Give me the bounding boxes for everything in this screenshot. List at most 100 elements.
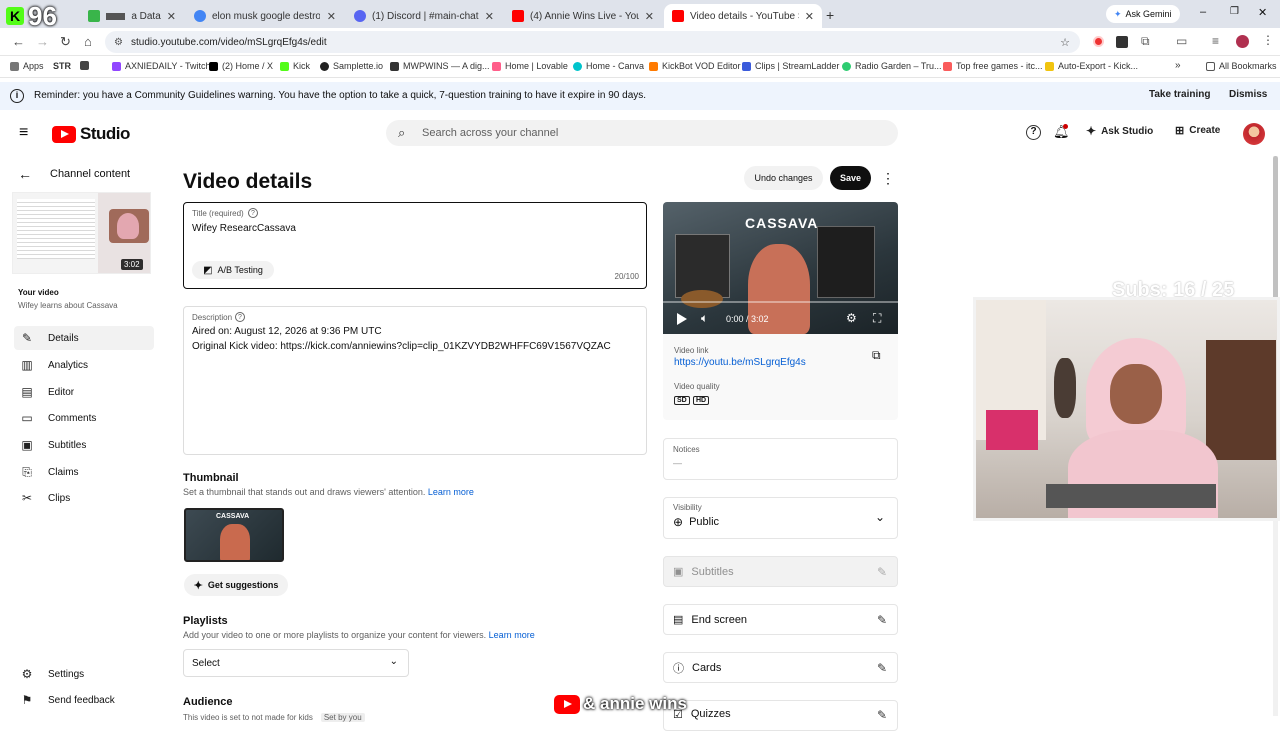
kick-logo-icon: K [6,7,24,25]
copy-icon[interactable]: ⧉ [872,348,881,363]
ab-testing-button[interactable]: ◩ A/B Testing [192,261,274,279]
description-field[interactable]: Description ? Aired on: August 12, 2026 … [183,306,647,455]
new-tab-icon[interactable]: + [826,7,834,23]
bookmark-item[interactable]: Auto-Export - Kick... [1045,61,1138,71]
browser-menu-icon[interactable]: ⋮ [1262,33,1274,47]
discord-icon [354,10,366,22]
help-icon[interactable]: ? [1026,125,1041,140]
site-info-icon[interactable]: ⚙ [114,37,123,48]
thumbnail-option[interactable]: CASSAVA [184,508,284,562]
get-suggestions-button[interactable]: ✦ Get suggestions [184,574,288,596]
edit-pencil-icon[interactable]: ✎ [877,661,887,675]
close-window-icon[interactable]: ✕ [1258,6,1267,19]
title-field[interactable]: Title (required) ? Wifey ResearcCassava … [183,202,647,289]
media-controls-icon[interactable]: ≡ [1212,34,1219,48]
extension-icon[interactable] [1116,36,1128,48]
undo-changes-button[interactable]: Undo changes [744,166,823,190]
more-options-icon[interactable]: ⋮ [881,170,895,187]
channel-content-link[interactable]: Channel content [50,168,130,180]
video-player[interactable]: CASSAVA 🔈︎ 0:00 / 3:02 ⚙ ⛶ [663,202,898,334]
reload-icon[interactable]: ↻ [60,34,71,50]
browser-tab[interactable]: a Data ✕ [80,4,184,28]
maximize-icon[interactable]: ❐ [1230,6,1239,17]
bookmark-item[interactable]: Clips | StreamLadder [742,61,839,71]
quizzes-card[interactable]: ☑ Quizzes ✎ [663,700,898,731]
tab-close-icon[interactable]: ✕ [167,10,176,23]
sidebar-item-comments[interactable]: ▭ Comments [14,406,154,430]
bookmark-item[interactable]: Kick [280,61,310,71]
bookmark-item[interactable] [80,61,89,70]
bookmark-item[interactable]: MWPWINS — A dig... [390,61,490,71]
learn-more-link[interactable]: Learn more [489,630,535,640]
record-extension-icon[interactable] [1093,36,1104,47]
forward-icon[interactable]: → [36,34,49,49]
sidebar-item-claims[interactable]: ⎘ Claims [14,460,154,484]
settings-icon[interactable]: ⚙ [846,311,857,325]
bookmark-item[interactable]: (2) Home / X [209,61,273,71]
profile-avatar-icon[interactable] [1236,35,1249,48]
dismiss-button[interactable]: Dismiss [1229,89,1267,100]
take-training-button[interactable]: Take training [1149,89,1211,100]
sidebar-item-analytics[interactable]: ▥ Analytics [14,353,154,377]
help-icon[interactable]: ? [235,312,245,322]
sidepanel-icon[interactable]: ▭ [1176,34,1187,48]
tab-close-icon[interactable]: ✕ [805,10,814,23]
studio-logo[interactable]: Studio [52,124,130,144]
browser-tab-active[interactable]: Video details - YouTube Studio ✕ [664,4,822,28]
sidebar-item-editor[interactable]: ▤ Editor [14,380,154,404]
back-icon[interactable]: ← [12,34,25,49]
minimize-icon[interactable]: – [1200,6,1206,18]
bookmark-item[interactable]: AXNIEDAILY - Twitch [112,61,211,71]
bookmark-item[interactable]: Samplette.io [320,61,383,71]
browser-tab[interactable]: elon musk google destroy wor ✕ [186,4,344,28]
tab-close-icon[interactable]: ✕ [645,10,654,23]
help-icon[interactable]: ? [248,208,258,218]
back-arrow-icon[interactable]: ← [18,166,32,182]
play-icon[interactable] [677,313,687,325]
channel-search-input[interactable]: ⌕ Search across your channel [386,120,898,146]
video-name: Wifey learns about Cassava [18,301,118,310]
bookmark-item[interactable]: Home | Lovable [492,61,568,71]
browser-tab[interactable]: (1) Discord | #main-chat | MWP ✕ [346,4,502,28]
sidebar-item-settings[interactable]: ⚙ Settings [14,662,154,686]
hamburger-menu-icon[interactable]: ≡ [19,124,28,142]
webcam-overlay [973,297,1280,521]
fullscreen-icon[interactable]: ⛶ [873,311,881,326]
bookmark-item[interactable]: Radio Garden – Tru... [842,61,942,71]
bookmark-item[interactable]: KickBot VOD Editor [649,61,741,71]
ask-studio-button[interactable]: ✦ Ask Studio [1086,124,1153,138]
visibility-select[interactable]: Visibility ⊕ Public ⌄ [663,497,898,539]
bookmark-star-icon[interactable]: ☆ [1060,36,1070,49]
bookmark-item[interactable]: Home - Canva [573,61,644,71]
title-input[interactable]: Wifey ResearcCassava [192,223,296,234]
save-button[interactable]: Save [830,166,871,190]
ask-gemini-button[interactable]: ✦ Ask Gemini [1106,5,1180,23]
tab-close-icon[interactable]: ✕ [485,10,494,23]
bookmark-item[interactable]: Apps [10,61,44,71]
bookmark-item[interactable]: Top free games - itc... [943,61,1043,71]
puzzle-extensions-icon[interactable]: ⧉ [1141,34,1150,49]
learn-more-link[interactable]: Learn more [428,487,474,497]
bookmark-item[interactable]: STR [53,61,71,71]
youtube-studio-icon [672,10,684,22]
sidebar-item-details[interactable]: ✎ Details [14,326,154,350]
video-link[interactable]: https://youtu.be/mSLgrqEfg4s [674,357,806,368]
url-input[interactable]: ⚙ studio.youtube.com/video/mSLgrqEfg4s/e… [105,31,1080,53]
playlist-select[interactable]: Select ⌄ [183,649,409,677]
sidebar-item-feedback[interactable]: ⚑ Send feedback [14,688,154,712]
cards-card[interactable]: ⓘ Cards ✎ [663,652,898,683]
browser-tab[interactable]: (4) Annie Wins Live - YouTube ✕ [504,4,662,28]
notification-dot [1063,124,1068,129]
create-button[interactable]: ⊞ Create [1175,124,1220,137]
tab-close-icon[interactable]: ✕ [327,10,336,23]
all-bookmarks-button[interactable]: All Bookmarks [1206,61,1277,71]
audience-heading: Audience [183,696,233,708]
volume-icon[interactable]: 🔈︎ [701,311,708,326]
home-icon[interactable]: ⌂ [84,34,92,49]
sidebar-item-subtitles[interactable]: ▣ Subtitles [14,433,154,457]
account-avatar[interactable] [1243,123,1265,145]
edit-pencil-icon[interactable]: ✎ [877,613,887,627]
end-screen-card[interactable]: ▤ End screen ✎ [663,604,898,635]
sidebar-item-clips[interactable]: ✂ Clips [14,486,154,510]
more-bookmarks-icon[interactable]: » [1175,60,1181,71]
